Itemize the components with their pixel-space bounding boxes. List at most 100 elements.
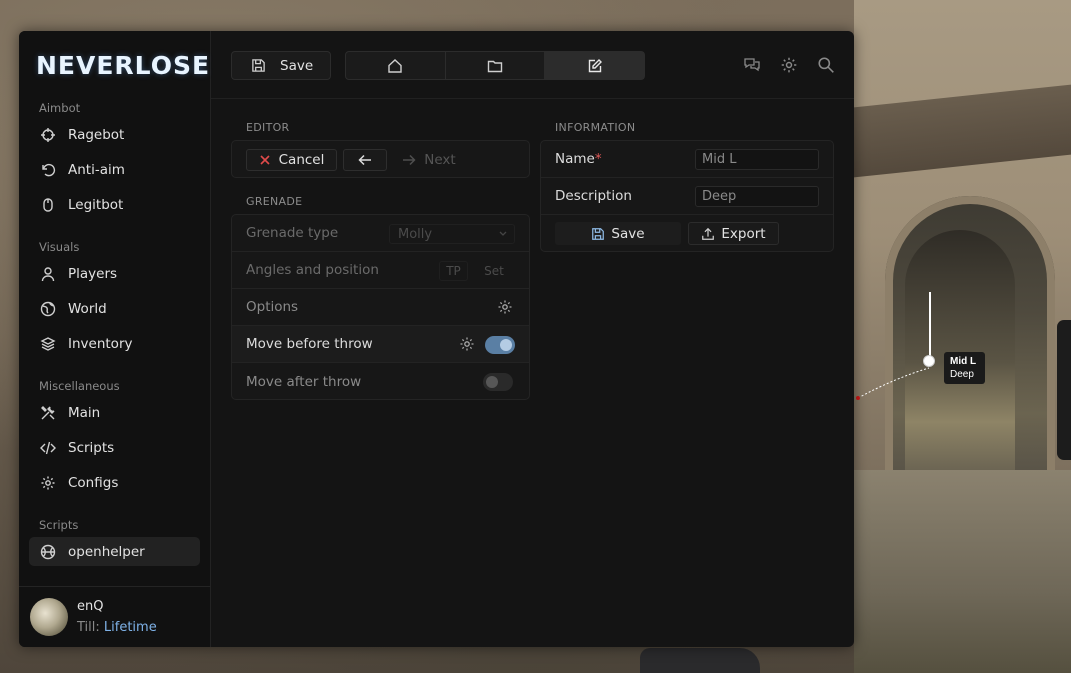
weapon-viewmodel [640,648,760,673]
tab-home[interactable] [346,52,446,79]
description-label: Description [555,188,632,204]
settings-icon[interactable] [779,56,799,74]
next-button[interactable]: Next [394,149,464,171]
save-button-label: Save [280,57,314,74]
section-visuals: Visuals [39,240,80,254]
name-label-text: Name [555,151,595,167]
sidebar-item-label: openhelper [68,543,145,560]
till-label: Till: [77,620,100,635]
cheat-menu-window: NEVERLOSE Aimbot Ragebot Anti-aim Legitb… [19,31,854,647]
sidebar-item-ragebot[interactable]: Ragebot [29,120,200,149]
move-before-row: Move before throw [232,326,529,363]
top-right-icons [742,56,836,74]
sidebar-item-label: Legitbot [68,196,124,213]
grenade-type-label: Grenade type [246,225,339,241]
sidebar-item-world[interactable]: World [29,294,200,323]
user-icon [40,266,56,282]
arrow-right-icon [403,154,416,166]
code-icon [40,440,56,456]
grenade-helper-point [923,355,935,367]
sidebar-item-inventory[interactable]: Inventory [29,329,200,358]
arrow-left-icon [358,154,371,166]
info-save-button[interactable]: Save [555,222,681,245]
move-after-row: Move after throw [232,363,529,400]
rotate-icon [40,162,56,178]
cancel-button[interactable]: Cancel [246,149,337,171]
chat-icon[interactable] [742,56,762,74]
sidebar-item-anti-aim[interactable]: Anti-aim [29,155,200,184]
sidebar-item-main[interactable]: Main [29,398,200,427]
name-input[interactable]: Mid L [695,149,819,170]
sidebar-item-label: Ragebot [68,126,125,143]
layers-icon [40,336,56,352]
user-panel: enQ Till: Lifetime [19,586,211,647]
set-button[interactable]: Set [473,261,515,281]
move-before-toggle[interactable] [485,336,515,354]
upload-icon [702,227,715,240]
sidebar-item-players[interactable]: Players [29,259,200,288]
move-before-label: Move before throw [246,336,373,352]
save-icon [252,59,265,72]
sidebar-item-label: Configs [68,474,119,491]
name-input-value: Mid L [702,152,737,167]
content-area: EDITOR Cancel Next GRENADE Grenade type … [211,99,854,647]
next-button-label: Next [424,152,456,168]
sidebar-item-configs[interactable]: Configs [29,468,200,497]
name-row: Name* Mid L [541,141,833,178]
grenade-type-select[interactable]: Molly [389,224,515,244]
move-before-gear-icon[interactable] [459,336,475,352]
throw-trajectory [856,367,930,400]
info-actions-row: Save Export [541,215,833,252]
crosshair-icon [40,127,56,143]
move-after-toggle[interactable] [483,373,513,391]
home-icon [388,58,403,73]
options-label: Options [246,299,299,315]
sidebar-item-openhelper[interactable]: openhelper [29,537,200,566]
grenade-panel: Grenade type Molly Angles and position T… [231,214,530,400]
info-save-label: Save [611,225,645,242]
editor-panel: Cancel Next [231,140,530,178]
toggle-knob [486,376,498,388]
sidebar-item-scripts[interactable]: Scripts [29,433,200,462]
options-gear-icon[interactable] [497,299,513,315]
view-tabs [345,51,645,80]
search-icon[interactable] [816,56,836,74]
chevron-down-icon [499,231,507,236]
till-value: Lifetime [103,620,157,635]
name-label: Name* [555,151,602,167]
tab-folder[interactable] [446,52,546,79]
angles-row: Angles and position TP Set [232,252,529,289]
sidebar-item-label: Anti-aim [68,161,125,178]
tab-edit[interactable] [545,52,645,79]
description-input[interactable]: Deep [695,186,819,207]
cancel-button-label: Cancel [278,152,325,168]
back-button[interactable] [343,149,387,171]
information-panel: Name* Mid L Description Deep Save Export [540,140,834,252]
folder-icon [487,60,503,72]
mouse-icon [40,197,56,213]
tools-icon [40,405,56,421]
subscription-info: Till: Lifetime [77,620,157,635]
sidebar-item-label: Scripts [68,439,115,456]
sidebar-item-label: Players [68,265,118,282]
export-button[interactable]: Export [688,222,779,245]
grenade-title: GRENADE [246,195,303,208]
set-button-label: Set [484,264,504,278]
avatar[interactable] [30,598,68,636]
sidebar-item-label: Inventory [68,335,133,352]
save-icon [592,227,605,240]
helper-label-name: Mid L [950,356,977,367]
save-button[interactable]: Save [231,51,331,80]
options-row: Options [232,289,529,326]
sidebar-item-label: Main [68,404,101,421]
logo: NEVERLOSE [36,51,211,80]
section-miscellaneous: Miscellaneous [39,379,120,393]
gear-icon [40,475,56,491]
description-input-value: Deep [702,189,737,204]
tp-button[interactable]: TP [439,261,468,281]
sidebar-item-legitbot[interactable]: Legitbot [29,190,200,219]
description-row: Description Deep [541,178,833,215]
section-aimbot: Aimbot [39,101,81,115]
player-model-edge [1057,320,1071,460]
required-marker: * [594,151,602,167]
